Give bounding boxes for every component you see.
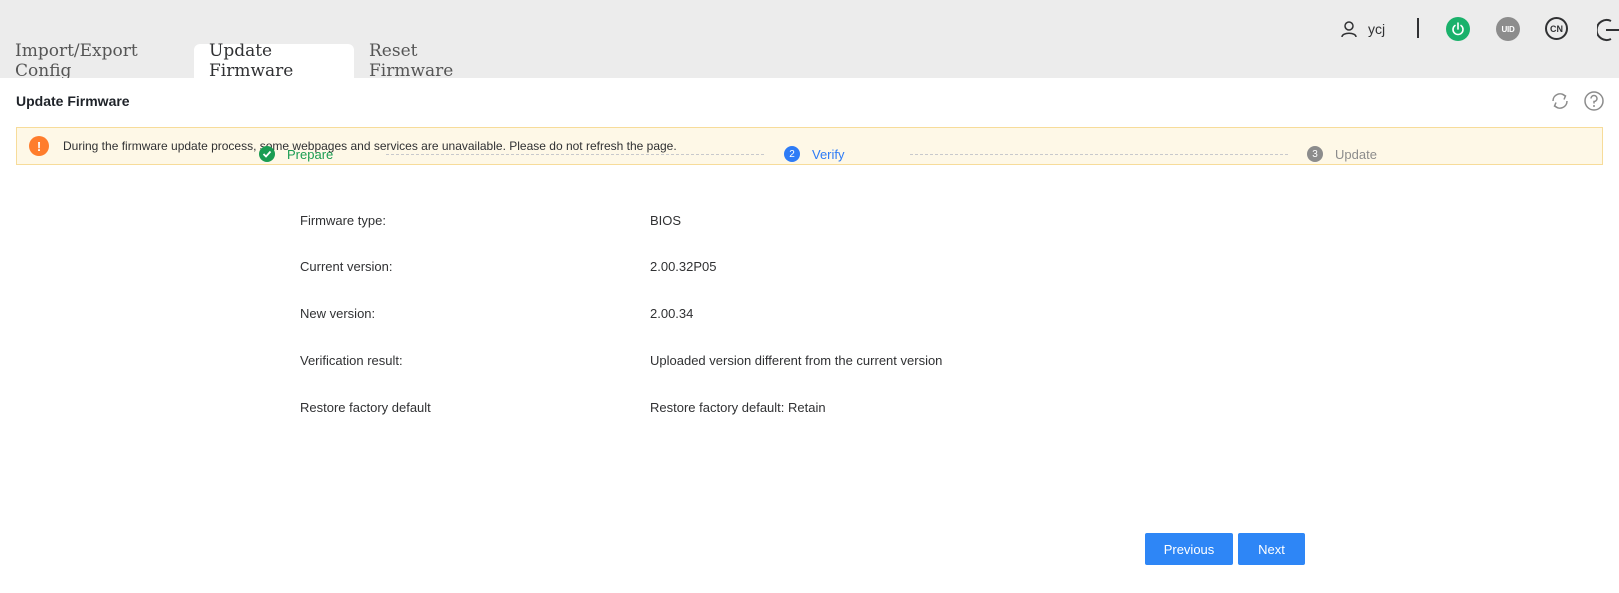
previous-button[interactable]: Previous (1145, 533, 1233, 565)
tab-update-firmware[interactable]: Update Firmware (194, 41, 354, 81)
info-row: Firmware type: BIOS (300, 213, 1000, 233)
info-label: Firmware type: (300, 213, 386, 228)
step-prepare: Prepare (259, 145, 333, 163)
step-connector (386, 154, 764, 155)
user-menu[interactable]: ycj (1340, 18, 1385, 40)
step-number: 3 (1307, 146, 1323, 162)
username: ycj (1368, 21, 1386, 37)
info-row: Verification result: Uploaded version di… (300, 353, 1000, 373)
info-label: New version: (300, 306, 376, 321)
info-value: BIOS (650, 213, 682, 228)
power-icon[interactable] (1446, 17, 1470, 41)
info-value: Uploaded version different from the curr… (650, 353, 943, 368)
info-value: 2.00.34 (650, 306, 694, 321)
info-label: Verification result: (300, 353, 403, 368)
language-label: CN (1550, 23, 1563, 34)
uid-icon[interactable]: UID (1496, 17, 1520, 41)
refresh-icon[interactable] (1549, 90, 1571, 112)
step-label: Verify (812, 146, 845, 162)
panel-title: Update Firmware (16, 93, 130, 109)
check-icon (259, 146, 275, 162)
user-icon (1341, 21, 1357, 38)
tab-import-export-config[interactable]: Import/Export Config (0, 41, 194, 81)
info-row: Current version: 2.00.32P05 (300, 259, 1000, 279)
header-separator (1417, 18, 1419, 38)
next-button[interactable]: Next (1238, 533, 1305, 565)
tab-bar: Import/Export Config Update Firmware Res… (0, 41, 504, 81)
top-bar: ycj UID CN Import/Export Config Update F… (0, 0, 1619, 81)
tab-reset-firmware[interactable]: Reset Firmware (354, 41, 504, 81)
step-update: 3 Update (1307, 145, 1377, 163)
step-label: Update (1335, 146, 1377, 162)
info-label: Restore factory default (300, 400, 431, 415)
warning-icon: ! (29, 136, 49, 156)
step-label: Prepare (287, 146, 334, 162)
info-row: Restore factory default Restore factory … (300, 400, 1000, 420)
step-verify: 2 Verify (784, 145, 845, 163)
alert-text: During the firmware update process, some… (63, 139, 677, 153)
info-row: New version: 2.00.34 (300, 306, 1000, 326)
language-icon[interactable]: CN (1545, 17, 1568, 40)
logout-icon[interactable] (1597, 17, 1619, 43)
info-value: Restore factory default: Retain (650, 400, 826, 415)
help-icon[interactable] (1583, 90, 1605, 112)
info-label: Current version: (300, 259, 393, 274)
uid-label: UID (1501, 24, 1515, 34)
info-value: 2.00.32P05 (650, 259, 717, 274)
step-connector (910, 154, 1288, 155)
step-number: 2 (784, 146, 800, 162)
